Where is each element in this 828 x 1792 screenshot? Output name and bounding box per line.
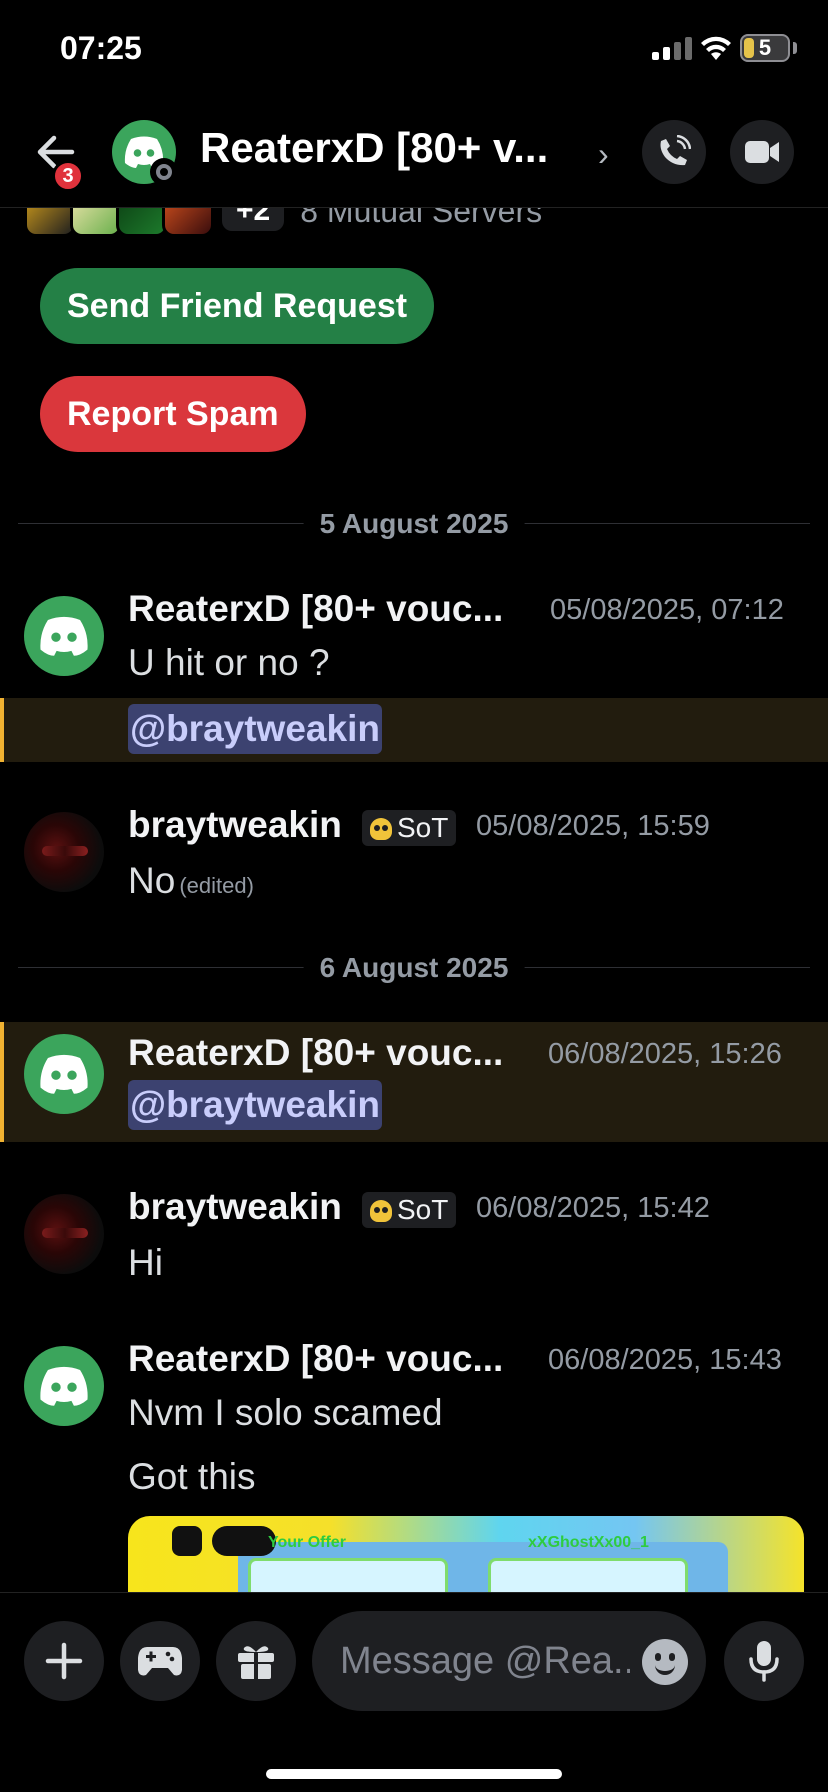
message[interactable]: ReaterxD [80+ vouc... 05/08/2025, 07:12 …: [0, 582, 828, 683]
chevron-right-icon[interactable]: ›: [598, 136, 609, 173]
author-name[interactable]: braytweakin: [128, 804, 342, 846]
skull-icon: [370, 1200, 392, 1222]
discord-logo-icon: [40, 1366, 88, 1406]
date-divider-label: 6 August 2025: [303, 952, 525, 984]
message-text: Got this: [128, 1456, 256, 1497]
author-avatar[interactable]: [24, 812, 104, 892]
message-text: Hi: [128, 1242, 163, 1283]
trade-right-label: xXGhostXx00_1: [528, 1534, 649, 1551]
menu-chat-icon: [212, 1526, 276, 1556]
microphone-icon: [749, 1641, 779, 1682]
message-text: No (edited): [128, 860, 254, 902]
cellular-signal-icon: [652, 36, 692, 60]
home-indicator[interactable]: [266, 1769, 562, 1779]
voice-message-button[interactable]: [724, 1621, 804, 1701]
send-friend-request-button[interactable]: Send Friend Request: [40, 268, 435, 344]
message-timestamp: 05/08/2025, 15:59: [476, 810, 710, 842]
message-text: U hit or no ?: [128, 642, 330, 683]
mutual-servers-label: 8 Mutual Servers: [300, 208, 543, 229]
message-timestamp: 05/08/2025, 07:12: [550, 594, 784, 626]
user-mention[interactable]: @braytweakin: [128, 704, 382, 754]
voice-call-button[interactable]: [642, 120, 706, 184]
skull-icon: [370, 818, 392, 840]
server-tag-label: SoT: [397, 812, 449, 843]
user-mention[interactable]: @braytweakin: [128, 1080, 382, 1130]
trade-panel-right: [488, 1558, 688, 1592]
message[interactable]: ReaterxD [80+ vouc... 06/08/2025, 15:43 …: [0, 1332, 828, 1512]
author-avatar[interactable]: [24, 1034, 104, 1114]
trade-panel-left: [248, 1558, 448, 1592]
mention-message-row[interactable]: @braytweakin: [0, 698, 828, 762]
discord-logo-icon: [40, 616, 88, 656]
server-icon: [162, 208, 214, 237]
trade-left-label: Your Offer: [268, 1534, 346, 1551]
server-tag-badge[interactable]: SoT: [362, 810, 457, 846]
author-name[interactable]: braytweakin: [128, 1186, 342, 1228]
add-attachment-button[interactable]: [24, 1621, 104, 1701]
message-input[interactable]: [340, 1635, 630, 1687]
date-divider: 5 August 2025: [18, 508, 810, 540]
phone-icon: [660, 135, 691, 166]
author-avatar[interactable]: [24, 596, 104, 676]
gift-button[interactable]: [216, 1621, 296, 1701]
author-avatar[interactable]: [24, 1194, 104, 1274]
dm-header: 3 ReaterxD [80+ v... ›: [0, 100, 828, 208]
server-tag-badge[interactable]: SoT: [362, 1192, 457, 1228]
wifi-icon: [701, 36, 731, 60]
edited-indicator: (edited): [179, 873, 254, 898]
mutual-servers-row[interactable]: +2 8 Mutual Servers: [24, 208, 543, 237]
message-timestamp: 06/08/2025, 15:42: [476, 1192, 710, 1224]
message[interactable]: ReaterxD [80+ vouc... 06/08/2025, 15:26 …: [0, 1022, 828, 1142]
offline-status-indicator: [150, 158, 178, 186]
composer-bar: [0, 1592, 828, 1792]
date-divider: 6 August 2025: [18, 952, 810, 984]
message[interactable]: braytweakin SoT 05/08/2025, 15:59 No (edi…: [0, 798, 828, 908]
video-camera-icon: [745, 141, 779, 163]
message-timestamp: 06/08/2025, 15:43: [548, 1344, 782, 1376]
message-list[interactable]: +2 8 Mutual Servers Send Friend Request …: [0, 208, 828, 1592]
date-divider-label: 5 August 2025: [303, 508, 525, 540]
message-input-container[interactable]: [312, 1611, 706, 1711]
unread-badge: 3: [52, 160, 84, 192]
author-avatar[interactable]: [24, 1346, 104, 1426]
server-tag-label: SoT: [397, 1194, 449, 1225]
author-name[interactable]: ReaterxD [80+ vouc...: [128, 588, 503, 630]
plus-icon: [45, 1642, 83, 1680]
status-time: 07:25: [60, 30, 142, 66]
message[interactable]: braytweakin SoT 06/08/2025, 15:42 Hi: [0, 1180, 828, 1290]
roblox-icon: [172, 1526, 202, 1556]
author-name[interactable]: ReaterxD [80+ vouc...: [128, 1032, 503, 1074]
message-text: Nvm I solo scamed: [128, 1392, 443, 1433]
battery-icon: 5: [740, 34, 790, 62]
image-attachment[interactable]: Your Offer xXGhostXx00_1: [128, 1516, 804, 1592]
status-bar: 07:25 5: [0, 0, 828, 100]
gift-icon: [238, 1646, 274, 1679]
server-icon: [116, 208, 168, 237]
server-icon: [24, 208, 76, 237]
battery-level: 5: [758, 35, 772, 60]
report-spam-button[interactable]: Report Spam: [40, 376, 306, 452]
video-call-button[interactable]: [730, 120, 794, 184]
author-name[interactable]: ReaterxD [80+ vouc...: [128, 1338, 503, 1380]
battery-tip: [793, 42, 797, 54]
server-icon: [70, 208, 122, 237]
message-timestamp: 06/08/2025, 15:26: [548, 1038, 782, 1070]
activities-button[interactable]: [120, 1621, 200, 1701]
message-text-content: No: [128, 860, 176, 901]
discord-logo-icon: [40, 1054, 88, 1094]
emoji-picker-icon[interactable]: [642, 1639, 688, 1685]
header-title[interactable]: ReaterxD [80+ v...: [200, 124, 580, 172]
gamepad-icon: [138, 1647, 182, 1676]
mutual-extra-count: +2: [222, 208, 285, 231]
